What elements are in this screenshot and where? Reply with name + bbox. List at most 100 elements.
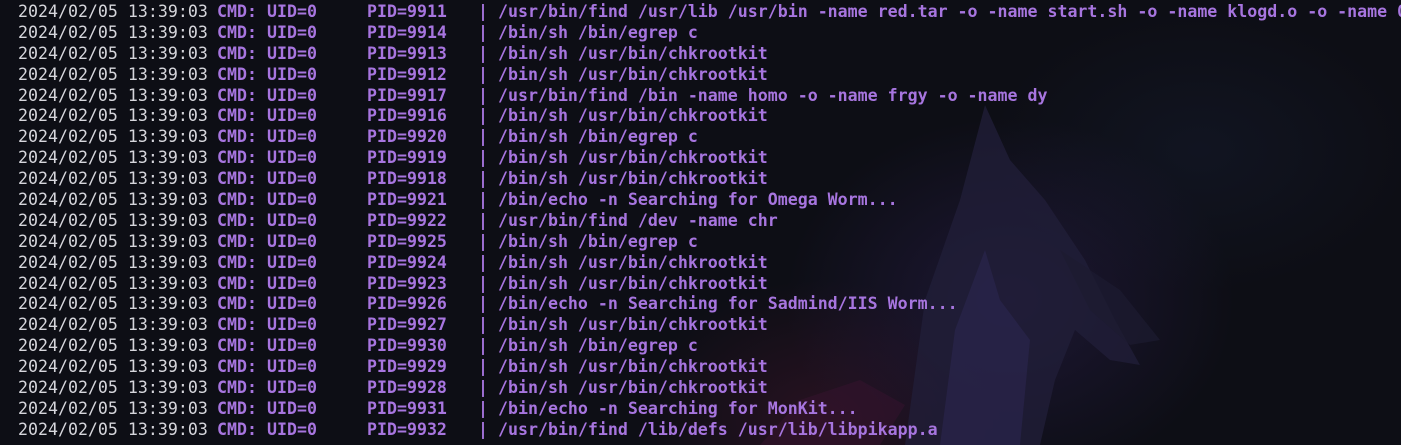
log-line: 2024/02/05 13:39:03 CMD: UID=0 PID=9911 | /us… <box>0 2 1401 23</box>
cmd-label: CMD: <box>217 85 257 105</box>
command-text: /bin/sh /usr/bin/chkrootkit <box>498 273 768 293</box>
log-timestamp: 2024/02/05 13:39:03 <box>18 210 208 230</box>
log-timestamp: 2024/02/05 13:39:03 <box>18 148 208 168</box>
log-timestamp: 2024/02/05 13:39:03 <box>18 378 208 398</box>
pid-value: PID=9930 <box>367 336 447 356</box>
cmd-label: CMD: <box>217 127 257 147</box>
uid-value: UID=0 <box>267 419 317 439</box>
column-separator: | <box>478 2 488 21</box>
column-separator: | <box>478 190 488 210</box>
pid-value: PID=9916 <box>367 106 447 126</box>
log-line: 2024/02/05 13:39:03 CMD: UID=0 PID=9927 | /bi… <box>0 315 1401 336</box>
log-line: 2024/02/05 13:39:03 CMD: UID=0 PID=9922 | /us… <box>0 211 1401 232</box>
uid-value: UID=0 <box>267 357 317 377</box>
log-line: 2024/02/05 13:39:03 CMD: UID=0 PID=9928 | /bi… <box>0 378 1401 399</box>
log-timestamp: 2024/02/05 13:39:03 <box>18 357 208 377</box>
column-separator: | <box>478 148 488 168</box>
log-timestamp: 2024/02/05 13:39:03 <box>18 294 208 314</box>
column-separator: | <box>478 419 488 439</box>
uid-value: UID=0 <box>267 22 317 42</box>
column-separator: | <box>478 231 488 251</box>
pid-value: PID=9931 <box>367 398 447 418</box>
log-line: 2024/02/05 13:39:03 CMD: UID=0 PID=9932 | /us… <box>0 420 1401 441</box>
cmd-label: CMD: <box>217 398 257 418</box>
cmd-label: CMD: <box>217 210 257 230</box>
pid-value: PID=9918 <box>367 169 447 189</box>
log-line: 2024/02/05 13:39:03 CMD: UID=0 PID=9914 | /bi… <box>0 23 1401 44</box>
uid-value: UID=0 <box>267 315 317 335</box>
cmd-label: CMD: <box>217 190 257 210</box>
uid-value: UID=0 <box>267 190 317 210</box>
log-line: 2024/02/05 13:39:03 CMD: UID=0 PID=9929 | /bi… <box>0 357 1401 378</box>
pid-value: PID=9927 <box>367 315 447 335</box>
log-timestamp: 2024/02/05 13:39:03 <box>18 315 208 335</box>
log-timestamp: 2024/02/05 13:39:03 <box>18 85 208 105</box>
log-line: 2024/02/05 13:39:03 CMD: UID=0 PID=9930 | /bi… <box>0 336 1401 357</box>
log-timestamp: 2024/02/05 13:39:03 <box>18 2 208 21</box>
cmd-label: CMD: <box>217 252 257 272</box>
uid-value: UID=0 <box>267 148 317 168</box>
log-timestamp: 2024/02/05 13:39:03 <box>18 336 208 356</box>
pid-value: PID=9922 <box>367 210 447 230</box>
pid-value: PID=9911 <box>367 2 447 21</box>
log-timestamp: 2024/02/05 13:39:03 <box>18 398 208 418</box>
column-separator: | <box>478 357 488 377</box>
log-timestamp: 2024/02/05 13:39:03 <box>18 169 208 189</box>
log-line: 2024/02/05 13:39:03 CMD: UID=0 PID=9921 | /bi… <box>0 190 1401 211</box>
column-separator: | <box>478 378 488 398</box>
cmd-label: CMD: <box>217 357 257 377</box>
column-separator: | <box>478 85 488 105</box>
pid-value: PID=9912 <box>367 64 447 84</box>
pid-value: PID=9925 <box>367 231 447 251</box>
uid-value: UID=0 <box>267 398 317 418</box>
column-separator: | <box>478 22 488 42</box>
log-timestamp: 2024/02/05 13:39:03 <box>18 273 208 293</box>
column-separator: | <box>478 127 488 147</box>
cmd-label: CMD: <box>217 336 257 356</box>
command-text: /bin/sh /usr/bin/chkrootkit <box>498 378 768 398</box>
log-line: 2024/02/05 13:39:03 CMD: UID=0 PID=9913 | /bi… <box>0 44 1401 65</box>
uid-value: UID=0 <box>267 252 317 272</box>
uid-value: UID=0 <box>267 85 317 105</box>
command-text: /bin/echo -n Searching for MonKit... <box>498 398 858 418</box>
command-text: /usr/bin/find /bin -name homo -o -name f… <box>498 85 1048 105</box>
pid-value: PID=9920 <box>367 127 447 147</box>
command-text: /usr/bin/find /usr/lib /usr/bin -name re… <box>498 2 1401 21</box>
pid-value: PID=9921 <box>367 190 447 210</box>
terminal-window[interactable]: 2024/02/05 13:39:03 CMD: UID=0 PID=9911 | /us… <box>0 0 1401 445</box>
command-text: /bin/sh /usr/bin/chkrootkit <box>498 148 768 168</box>
command-text: /bin/echo -n Searching for Omega Worm... <box>498 190 898 210</box>
uid-value: UID=0 <box>267 273 317 293</box>
log-line: 2024/02/05 13:39:03 CMD: UID=0 PID=9923 | /bi… <box>0 274 1401 295</box>
cmd-label: CMD: <box>217 43 257 63</box>
uid-value: UID=0 <box>267 127 317 147</box>
pid-value: PID=9929 <box>367 357 447 377</box>
column-separator: | <box>478 169 488 189</box>
log-timestamp: 2024/02/05 13:39:03 <box>18 127 208 147</box>
cmd-label: CMD: <box>217 106 257 126</box>
log-line: 2024/02/05 13:39:03 CMD: UID=0 PID=9912 | /bi… <box>0 65 1401 86</box>
column-separator: | <box>478 252 488 272</box>
column-separator: | <box>478 294 488 314</box>
cmd-label: CMD: <box>217 273 257 293</box>
log-timestamp: 2024/02/05 13:39:03 <box>18 190 208 210</box>
command-text: /bin/sh /usr/bin/chkrootkit <box>498 64 768 84</box>
log-timestamp: 2024/02/05 13:39:03 <box>18 43 208 63</box>
log-line: 2024/02/05 13:39:03 CMD: UID=0 PID=9920 | /bi… <box>0 127 1401 148</box>
log-timestamp: 2024/02/05 13:39:03 <box>18 64 208 84</box>
log-output: 2024/02/05 13:39:03 CMD: UID=0 PID=9911 | /us… <box>0 2 1401 441</box>
column-separator: | <box>478 315 488 335</box>
command-text: /bin/sh /bin/egrep c <box>498 127 698 147</box>
column-separator: | <box>478 273 488 293</box>
pid-value: PID=9928 <box>367 378 447 398</box>
cmd-label: CMD: <box>217 148 257 168</box>
cmd-label: CMD: <box>217 378 257 398</box>
command-text: /bin/sh /bin/egrep c <box>498 22 698 42</box>
cmd-label: CMD: <box>217 2 257 21</box>
column-separator: | <box>478 106 488 126</box>
uid-value: UID=0 <box>267 294 317 314</box>
column-separator: | <box>478 210 488 230</box>
column-separator: | <box>478 336 488 356</box>
cmd-label: CMD: <box>217 22 257 42</box>
log-line: 2024/02/05 13:39:03 CMD: UID=0 PID=9926 | /bi… <box>0 294 1401 315</box>
